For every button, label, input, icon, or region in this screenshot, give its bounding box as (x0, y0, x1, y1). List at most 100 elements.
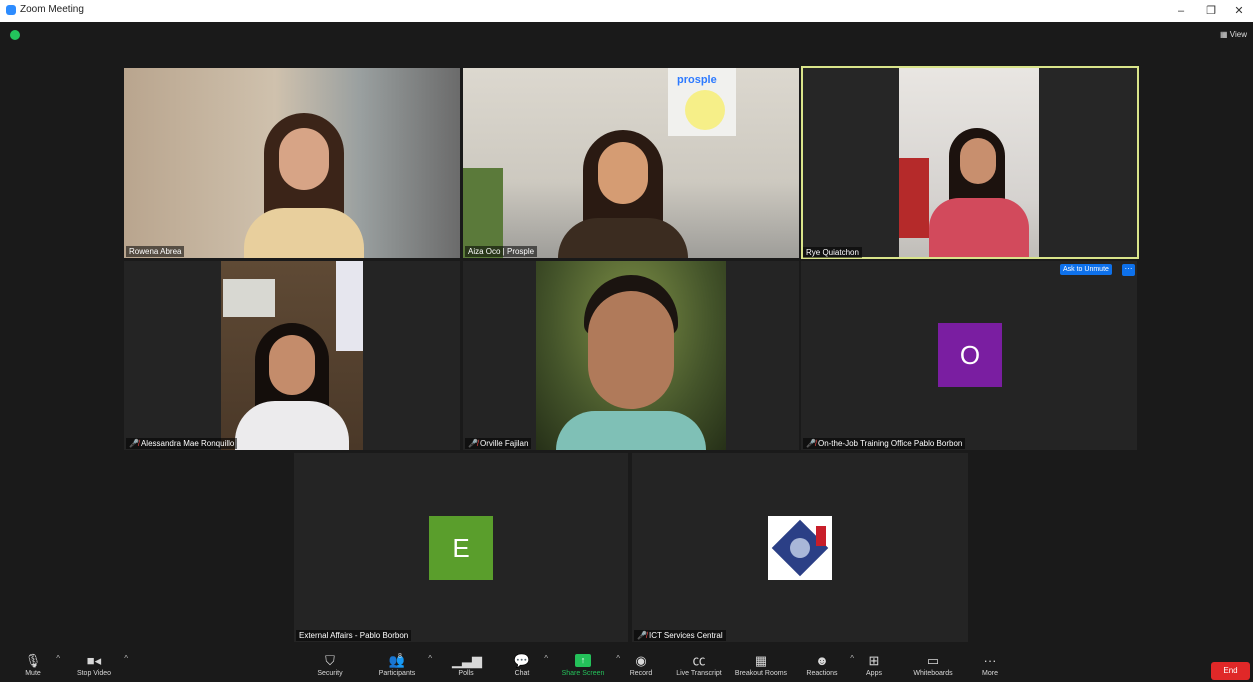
aircon-unit (223, 279, 275, 317)
whiteboards-label: Whiteboards (913, 670, 953, 677)
apps-label: Apps (866, 670, 882, 677)
mute-label: Mute (25, 670, 41, 677)
red-chair (899, 158, 929, 238)
shield-icon: ⛉ (325, 653, 335, 668)
share-screen-label: Share Screen (561, 670, 605, 677)
ict-logo-image (768, 516, 832, 580)
shirt (556, 411, 706, 450)
muted-mic-icon: 🎤̸ (637, 631, 647, 640)
participants-button[interactable]: 👥 8 Participants ^ (374, 644, 432, 682)
meeting-toolbar: 🎙 Mute ^ ■◂ Stop Video ^ ⛉ Security 👥 8 … (0, 644, 1253, 682)
face (588, 291, 674, 409)
participant-tile[interactable]: prosple Aiza Oco | Prosple (463, 68, 799, 258)
participant-tile[interactable]: 🎤̸ Alessandra Mae Ronquillo (124, 261, 460, 450)
live-transcript-button[interactable]: ㏄ Live Transcript (672, 644, 726, 682)
record-icon: ◉ (635, 653, 647, 668)
participant-name: 🎤̸ Orville Fajilan (465, 438, 532, 449)
grid-icon: ▦ (1220, 30, 1228, 39)
ellipsis-icon: ··· (983, 653, 997, 668)
more-button[interactable]: ··· More (978, 644, 1002, 682)
face (960, 138, 996, 184)
view-button[interactable]: ▦ View (1220, 30, 1247, 39)
end-meeting-button[interactable]: End (1211, 662, 1250, 680)
chat-button[interactable]: 💬 Chat ^ (508, 644, 548, 682)
participant-name-text: Alessandra Mae Ronquillo (140, 439, 235, 448)
window-title: Zoom Meeting (20, 4, 84, 15)
participant-video (221, 261, 363, 450)
more-options-button[interactable]: ··· (1122, 264, 1135, 276)
participant-name-text: Orville Fajilan (479, 439, 529, 448)
participant-tile[interactable]: O 🎤̸ On-the-Job Training Office Pablo Bor… (801, 261, 1137, 450)
whiteboards-button[interactable]: ▭ Whiteboards (908, 644, 958, 682)
shirt (244, 208, 364, 258)
participant-avatar: O (938, 323, 1002, 387)
curtain (336, 261, 363, 351)
polls-button[interactable]: ▁▃▆ Polls (452, 644, 482, 682)
chat-label: Chat (514, 670, 530, 677)
apps-icon: ⊞ (868, 653, 880, 668)
participant-video (124, 68, 460, 258)
participant-tile-active-speaker[interactable]: Rye Quiatchon (801, 66, 1139, 259)
security-button[interactable]: ⛉ Security (312, 644, 348, 682)
participant-tile[interactable]: 🎤̸ Orville Fajilan (463, 261, 799, 450)
live-transcript-label: Live Transcript (676, 670, 722, 677)
polls-label: Polls (458, 670, 474, 677)
close-button[interactable]: ✕ (1228, 3, 1250, 19)
face (598, 142, 648, 204)
share-options-caret[interactable]: ^ (616, 654, 620, 663)
participants-icon: 👥 (388, 653, 406, 668)
shirt (235, 401, 349, 450)
apps-button[interactable]: ⊞ Apps (862, 644, 886, 682)
video-options-caret[interactable]: ^ (124, 654, 128, 663)
record-label: Record (629, 670, 653, 677)
minimize-button[interactable]: – (1170, 3, 1192, 19)
participant-name-text: On-the-Job Training Office Pablo Borbon (817, 439, 963, 448)
participant-video (899, 68, 1039, 257)
title-bar: Zoom Meeting – ❐ ✕ (0, 0, 1253, 22)
reactions-button[interactable]: ☻ Reactions ^ (802, 644, 854, 682)
mute-options-caret[interactable]: ^ (56, 654, 60, 663)
video-camera-icon: ■◂ (86, 653, 102, 668)
participant-tile[interactable]: E External Affairs - Pablo Borbon (294, 453, 628, 642)
breakout-rooms-label: Breakout Rooms (734, 670, 788, 677)
encryption-shield-icon[interactable] (10, 30, 20, 40)
logo-center (790, 538, 810, 558)
participant-name: 🎤̸ Alessandra Mae Ronquillo (126, 438, 238, 449)
stop-video-label: Stop Video (76, 670, 112, 677)
breakout-rooms-icon: ▦ (754, 653, 768, 668)
participants-options-caret[interactable]: ^ (428, 654, 432, 663)
share-screen-button[interactable]: ↑ Share Screen ^ (558, 644, 620, 682)
logo-accent (816, 526, 826, 546)
participant-name: Aiza Oco | Prosple (465, 246, 538, 257)
participants-count: 8 (398, 653, 402, 660)
restore-button[interactable]: ❐ (1200, 3, 1222, 19)
participant-tile[interactable]: 🎤̸ ICT Services Central (632, 453, 968, 642)
poster-graphic (685, 90, 725, 130)
muted-mic-icon: 🎤̸ (806, 439, 816, 448)
more-label: More (982, 670, 998, 677)
participant-name-text: ICT Services Central (648, 631, 723, 640)
participant-video (536, 261, 726, 450)
muted-mic-icon: 🎤̸ (129, 439, 139, 448)
chat-options-caret[interactable]: ^ (544, 654, 548, 663)
bar-chart-icon: ▁▃▆ (452, 653, 482, 668)
participant-video: prosple (463, 68, 799, 258)
chat-bubble-icon: 💬 (513, 653, 531, 668)
participant-name: External Affairs - Pablo Borbon (296, 630, 412, 641)
security-label: Security (317, 670, 343, 677)
participant-name: 🎤̸ ICT Services Central (634, 630, 726, 641)
blazer (929, 198, 1029, 257)
stop-video-button[interactable]: ■◂ Stop Video ^ (72, 644, 128, 682)
mute-button[interactable]: 🎙 Mute ^ (18, 644, 60, 682)
breakout-rooms-button[interactable]: ▦ Breakout Rooms (732, 644, 790, 682)
face (269, 335, 315, 395)
zoom-logo-icon (6, 5, 16, 15)
closed-caption-icon: ㏄ (692, 653, 706, 668)
participant-tile[interactable]: Rowena Abrea (124, 68, 460, 258)
reactions-options-caret[interactable]: ^ (850, 654, 854, 663)
participant-name: Rowena Abrea (126, 246, 185, 257)
ask-to-unmute-button[interactable]: Ask to Unmute (1060, 264, 1112, 275)
plant (463, 168, 503, 258)
muted-mic-icon: 🎤̸ (468, 439, 478, 448)
record-button[interactable]: ◉ Record (626, 644, 656, 682)
